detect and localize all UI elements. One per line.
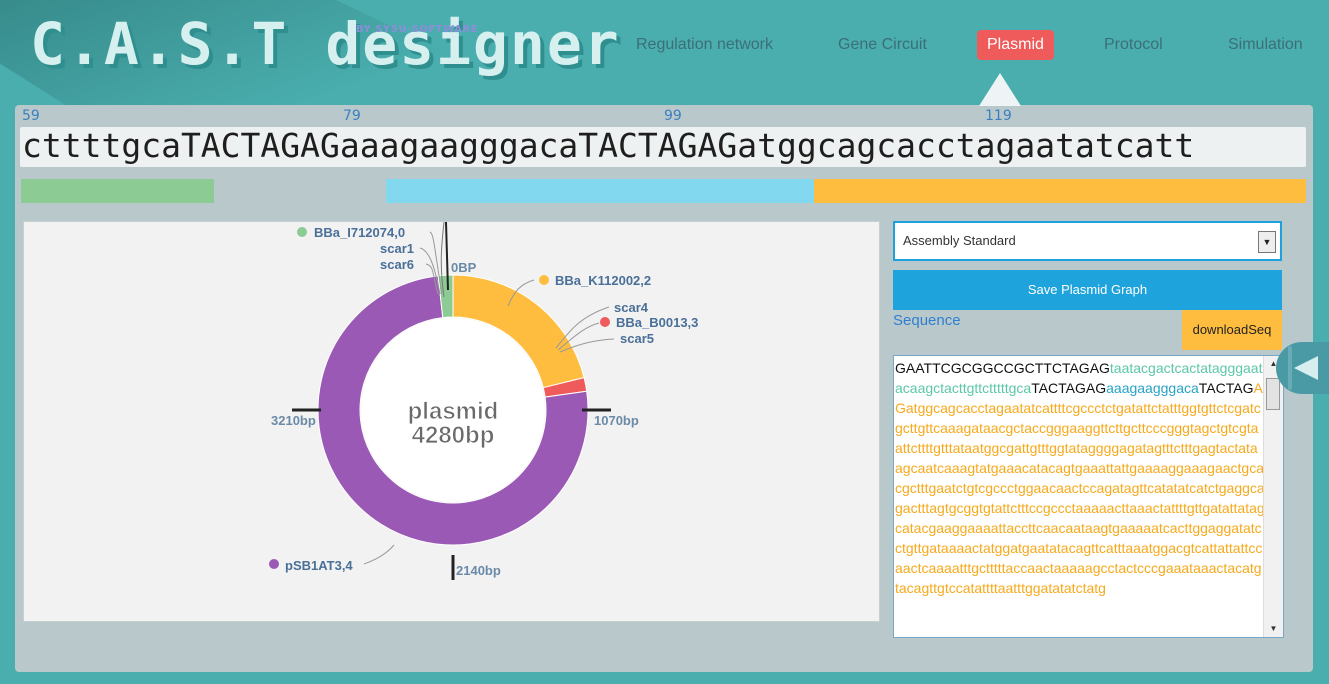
- legend-dot-red: [600, 317, 610, 327]
- legend-dot-green: [297, 227, 307, 237]
- label-scar1[interactable]: scar1: [380, 241, 414, 256]
- label-scar6[interactable]: scar6: [380, 257, 414, 272]
- plasmid-center-size: 4280bp: [412, 422, 495, 449]
- label-scar5[interactable]: scar5: [620, 331, 654, 346]
- sequence-text: GAATTCGCGGCCGCTTCTAGAGtaatacgactcactatag…: [894, 356, 1265, 598]
- arrow-left-icon: [1294, 356, 1318, 380]
- tick-label-0: 0BP: [451, 260, 477, 275]
- logo-subtitle: BY SYSU-SOFTWARE: [356, 24, 478, 35]
- label-bba-k112002[interactable]: BBa_K112002,2: [555, 273, 651, 288]
- label-bba-i712074[interactable]: BBa_I712074,0: [314, 225, 405, 240]
- sequence-scrollbar[interactable]: ▲ ▼: [1263, 356, 1283, 637]
- nav-plasmid[interactable]: Plasmid: [977, 30, 1054, 60]
- tick-label-2140: 2140bp: [456, 563, 501, 578]
- assembly-standard-value: Assembly Standard: [903, 233, 1016, 248]
- app-logo: C.A.S.T designer: [30, 10, 621, 78]
- plasmid-map-panel: 0BP 1070bp 2140bp 3210bp BBa_I712074,0 s…: [23, 221, 880, 622]
- plasmid-map[interactable]: 0BP 1070bp 2140bp 3210bp BBa_I712074,0 s…: [24, 222, 879, 621]
- tick-label-1070: 1070bp: [594, 413, 639, 428]
- seq-part-orange: AGatggcagcacctagaatatcattttcgccctctgatat…: [895, 380, 1265, 596]
- position-marker: 59: [22, 108, 40, 124]
- side-panel-toggle[interactable]: [1276, 342, 1329, 394]
- label-bba-b0013[interactable]: BBa_B0013,3: [616, 315, 698, 330]
- leader-line: [363, 544, 395, 565]
- nav-protocol[interactable]: Protocol: [1104, 30, 1163, 60]
- nav-active-pointer: [979, 73, 1021, 106]
- label-psb1at3[interactable]: pSB1AT3,4: [285, 558, 353, 573]
- assembly-standard-select[interactable]: Assembly Standard ▼: [893, 221, 1282, 261]
- sequence-strip[interactable]: cttttgcaTACTAGAGaaagaagggacaTACTAGAGatgg…: [20, 127, 1306, 167]
- nav-simulation[interactable]: Simulation: [1228, 30, 1303, 60]
- tick-label-3210: 3210bp: [271, 413, 316, 428]
- plasmid-center-title: plasmid: [408, 398, 499, 425]
- side-tab-groove: [1288, 346, 1292, 390]
- seq-part-blue: aaagaagggaca: [1106, 380, 1199, 396]
- feature-bar-green[interactable]: [21, 179, 214, 203]
- save-plasmid-graph-button[interactable]: Save Plasmid Graph: [893, 270, 1282, 310]
- nav-gene-circuit[interactable]: Gene Circuit: [838, 30, 927, 60]
- seq-scar: TACTAG: [1198, 380, 1254, 396]
- scroll-thumb[interactable]: [1266, 378, 1280, 410]
- label-scar4[interactable]: scar4: [614, 300, 649, 315]
- legend-dot-purple: [269, 559, 279, 569]
- feature-bar-orange[interactable]: [814, 179, 1306, 203]
- nav-regulation-network[interactable]: Regulation network: [636, 30, 773, 60]
- download-seq-button[interactable]: downloadSeq: [1182, 310, 1282, 350]
- seq-prefix: GAATTCGCGGCCGCTTCTAGAG: [895, 360, 1110, 376]
- sequence-textarea[interactable]: GAATTCGCGGCCGCTTCTAGAGtaatacgactcactatag…: [893, 355, 1284, 638]
- sequence-label: Sequence: [893, 312, 961, 329]
- position-marker: 99: [664, 108, 682, 124]
- position-marker: 79: [343, 108, 361, 124]
- chevron-down-icon[interactable]: ▼: [1258, 231, 1276, 253]
- position-marker: 119: [985, 108, 1012, 124]
- legend-dot-orange: [539, 275, 549, 285]
- seq-scar: TACTAGAG: [1031, 380, 1107, 396]
- feature-bar-blue[interactable]: [386, 179, 814, 203]
- scroll-down-icon[interactable]: ▼: [1264, 621, 1283, 637]
